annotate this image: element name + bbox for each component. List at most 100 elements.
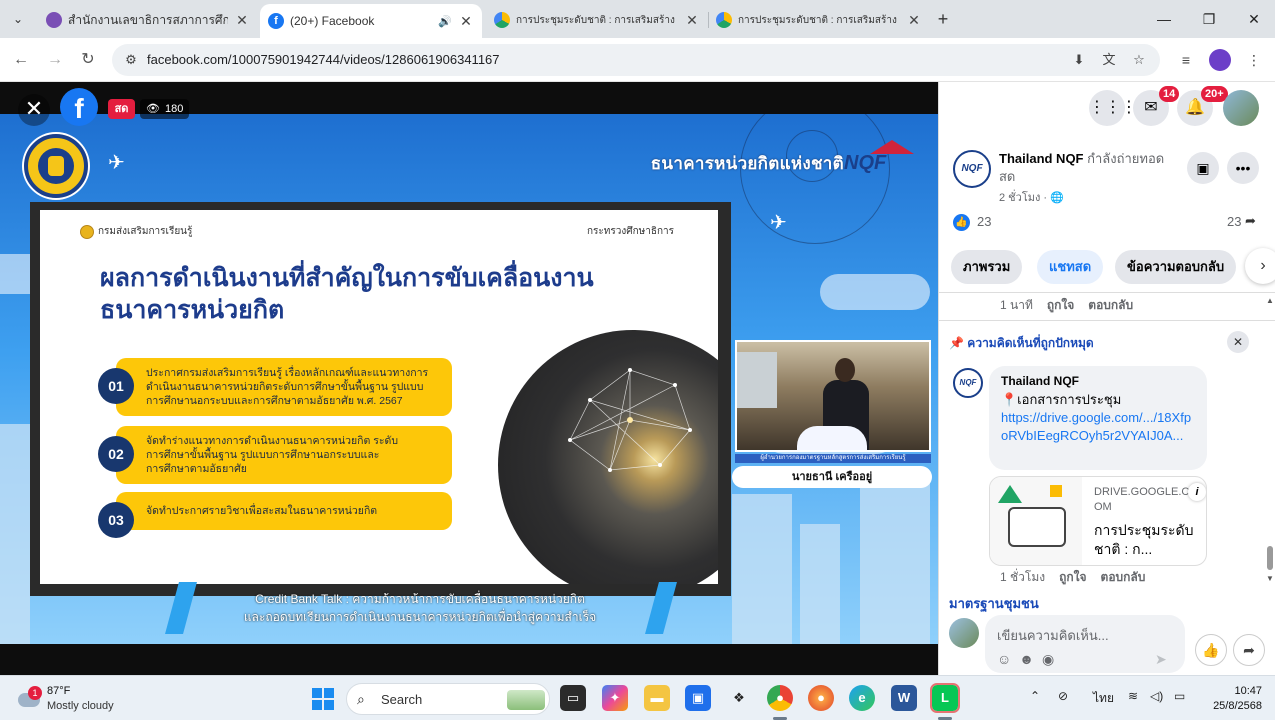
back-button[interactable]: ← [10, 49, 32, 71]
tab-overview[interactable]: ภาพรวม [951, 250, 1023, 284]
weather-widget[interactable]: 1 87°F Mostly cloudy [18, 683, 138, 715]
link-preview-card[interactable]: DRIVE.GOOGLE.COM การประชุมระดับชาติ : ก.… [989, 476, 1207, 566]
site-info-icon[interactable]: ⚙ [122, 51, 140, 69]
page-avatar[interactable]: NQF [953, 150, 991, 188]
item-text: จัดทำประกาศรายวิชาเพื่อสะสมในธนาคารหน่วย… [146, 505, 378, 517]
chrome-icon[interactable]: ● [767, 685, 793, 711]
media-control-icon[interactable]: ≡ [1176, 50, 1196, 70]
edge-icon[interactable]: e [849, 685, 875, 711]
account-avatar[interactable] [1223, 90, 1259, 126]
viewer-count-value: 180 [164, 103, 184, 115]
menu-grid-button[interactable]: ⋮⋮⋮ [1089, 90, 1137, 126]
like-button[interactable]: 👍 [1195, 634, 1227, 666]
onedrive-off-icon[interactable]: ⊘ [1058, 689, 1068, 703]
send-icon[interactable]: ➤ [1155, 651, 1167, 668]
reaction-summary[interactable]: 👍 23 23 ➦ [953, 212, 1263, 234]
profile-avatar[interactable] [1209, 49, 1231, 71]
start-button[interactable] [312, 688, 334, 710]
bookmark-star-icon[interactable]: ☆ [1130, 51, 1148, 69]
close-tab-icon[interactable]: ✕ [684, 12, 700, 29]
copilot-icon[interactable]: ✦ [602, 685, 628, 711]
store-icon[interactable]: ▣ [685, 685, 711, 711]
taskbar-search[interactable]: ⌕ Search [346, 683, 550, 715]
live-video-player[interactable]: ✈ ✈ ธนาคารหน่วยกิตแห่งชาติ NQF กรมส่งเสร… [0, 82, 938, 675]
comment-time[interactable]: 1 นาที [1000, 296, 1033, 315]
close-tab-icon[interactable]: ✕ [906, 12, 922, 29]
comment-tools-icons[interactable]: ☺☻◉ [997, 651, 1062, 668]
facebook-logo-icon[interactable]: f [60, 88, 98, 126]
messenger-badge: 14 [1159, 86, 1180, 102]
close-tab-icon[interactable]: ✕ [234, 12, 250, 29]
search-icon: ⌕ [357, 691, 365, 707]
tray-chevron-icon[interactable]: ⌃ [1030, 689, 1040, 703]
url-text[interactable]: facebook.com/100075901942744/videos/1286… [147, 52, 500, 67]
address-bar[interactable]: ⚙ facebook.com/100075901942744/videos/12… [112, 44, 1160, 76]
reply-link[interactable]: ตอบกลับ [1101, 568, 1146, 587]
save-post-button[interactable]: ▣ [1187, 152, 1219, 184]
bank-title-text: ธนาคารหน่วยกิตแห่งชาติ [650, 154, 844, 173]
clock[interactable]: 10:47 25/8/2568 [1198, 684, 1262, 714]
chevron-right-icon[interactable]: › [1245, 248, 1275, 284]
search-label: Search [381, 692, 423, 707]
comment-time[interactable]: 1 ชั่วโมง [1000, 568, 1045, 587]
close-tab-icon[interactable]: ✕ [458, 13, 474, 30]
tab-drive-2[interactable]: การประชุมระดับชาติ : การเสริมสร้าง ✕ [708, 4, 930, 36]
building-decor [860, 474, 930, 644]
word-icon[interactable]: W [891, 685, 917, 711]
firefox-icon[interactable]: ● [808, 685, 834, 711]
scroll-down-arrow[interactable]: ▼ [1266, 574, 1274, 583]
translate-icon[interactable]: 文 [1100, 51, 1118, 69]
community-standards-link[interactable]: มาตรฐานชุมชน [949, 593, 1039, 614]
battery-icon[interactable]: ▭ [1174, 689, 1185, 703]
item-number: 01 [98, 368, 134, 404]
close-icon[interactable]: ✕ [1227, 331, 1249, 353]
network-web-decor [568, 368, 692, 472]
reload-button[interactable]: ↻ [77, 49, 99, 71]
broadcast-frame: ✈ ✈ ธนาคารหน่วยกิตแห่งชาติ NQF กรมส่งเสร… [0, 114, 938, 644]
comment-link[interactable]: https://drive.google.com/.../18XfpoRVbIE… [1001, 409, 1195, 445]
comment-actions: 1 ชั่วโมง ถูกใจ ตอบกลับ [1000, 568, 1145, 587]
share-button[interactable]: ➦ [1233, 634, 1265, 666]
tab-search-button[interactable]: ⌄ [6, 8, 30, 30]
minimize-button[interactable]: — [1152, 9, 1176, 29]
menu-dots-icon[interactable]: ⋮ [1244, 50, 1264, 70]
install-app-icon[interactable]: ⬇ [1070, 51, 1088, 69]
close-video-button[interactable]: ✕ [18, 94, 50, 126]
tab-onec[interactable]: สำนักงานเลขาธิการสภาการศึกษา :: ✕ [38, 4, 258, 36]
reply-link[interactable]: ตอบกลับ [1088, 296, 1133, 315]
live-badge: สด [108, 99, 135, 119]
comment-author[interactable]: Thailand NQF [1001, 374, 1195, 388]
tab-drive-1[interactable]: การประชุมระดับชาติ : การเสริมสร้าง ✕ [486, 4, 708, 36]
page-name-link[interactable]: Thailand NQF [999, 151, 1084, 166]
volume-icon[interactable]: ◁) [1150, 689, 1163, 703]
tab-live-chat[interactable]: แชทสด [1037, 250, 1104, 284]
headline-line-2: ธนาคารหน่วยกิต [100, 296, 285, 324]
comment-input[interactable]: เขียนความคิดเห็น... ☺☻◉ ➤ [985, 615, 1185, 673]
speaker-icon[interactable]: 🔊 [438, 15, 452, 28]
restore-button[interactable]: ❐ [1197, 9, 1221, 29]
like-link[interactable]: ถูกใจ [1047, 296, 1074, 315]
task-view-icon[interactable]: ▭ [560, 685, 586, 711]
file-explorer-icon[interactable]: ▬ [644, 685, 670, 711]
wifi-icon[interactable]: ≋ [1128, 689, 1138, 703]
divider [939, 320, 1275, 321]
input-language[interactable]: ไทย [1093, 689, 1114, 708]
scrollbar-thumb[interactable] [1267, 546, 1273, 570]
commenter-avatar[interactable]: NQF [953, 368, 983, 398]
scroll-up-arrow[interactable]: ▲ [1266, 296, 1274, 305]
new-tab-button[interactable]: + [932, 8, 954, 30]
dropbox-icon[interactable]: ❖ [726, 685, 752, 711]
viewer-count: 👁 180 [140, 99, 190, 119]
temperature: 87°F [47, 685, 71, 697]
tab-replies[interactable]: ข้อความตอบกลับ [1115, 250, 1237, 284]
like-link[interactable]: ถูกใจ [1059, 568, 1086, 587]
line-icon[interactable]: L [930, 683, 960, 713]
tab-facebook[interactable]: f (20+) Facebook 🔊 ✕ [260, 4, 482, 38]
close-window-button[interactable]: ✕ [1242, 9, 1266, 29]
pinned-comment-label: 📌 ความคิดเห็นที่ถูกปักหมุด [949, 334, 1094, 353]
forward-button[interactable]: → [44, 49, 66, 71]
post-time[interactable]: 2 ชั่วโมง · 🌐 [999, 188, 1064, 206]
info-icon[interactable]: i [1188, 483, 1206, 501]
more-options-button[interactable]: ••• [1227, 152, 1259, 184]
reaction-count: 23 [977, 214, 992, 229]
